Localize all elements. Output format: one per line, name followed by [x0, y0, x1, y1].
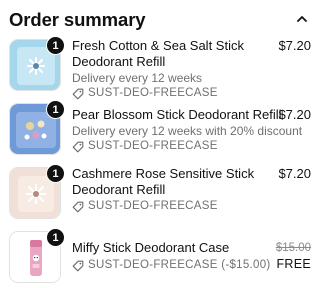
tag-icon — [72, 201, 84, 212]
chevron-up-icon[interactable] — [295, 12, 309, 26]
item-price: $7.20 — [278, 107, 311, 122]
tag-icon — [72, 88, 84, 99]
product-name: Miffy Stick Deodorant Case — [72, 240, 230, 255]
discount-code: SUST-DEO-FREECASE — [72, 139, 302, 154]
delivery-frequency: Delivery every 12 weeks — [72, 71, 203, 85]
discount-code: SUST-DEO-FREECASE — [72, 86, 244, 101]
item-price: $7.20 — [278, 166, 311, 181]
line-item: 1 Cashmere Rose Sensitive Stick Deodoran… — [0, 164, 320, 223]
discount-code-text: SUST-DEO-FREECASE — [88, 140, 218, 152]
discount-code-text: SUST-DEO-FREECASE (-$15.00) — [88, 259, 271, 271]
line-item: 1 Miffy Stick Deodorant Case SUST-DEO-FR… — [0, 228, 320, 287]
quantity-badge: 1 — [46, 228, 65, 247]
product-name-cont: Deodorant Refill — [72, 182, 166, 197]
discount-code-text: SUST-DEO-FREECASE — [88, 200, 218, 212]
quantity-badge: 1 — [46, 36, 65, 55]
product-name-cont: Deodorant Refill — [72, 54, 166, 69]
quantity-badge: 1 — [46, 100, 65, 119]
line-item: 1 Fresh Cotton & Sea Salt Stick Deodoran… — [0, 36, 320, 99]
line-item: 1 Pear Blossom Stick Deodorant Refill De… — [0, 100, 320, 159]
item-price: $7.20 — [278, 38, 311, 53]
discount-code: SUST-DEO-FREECASE — [72, 199, 254, 214]
product-name: Fresh Cotton & Sea Salt Stick — [72, 38, 244, 53]
item-price: FREE — [276, 257, 311, 271]
delivery-frequency: Delivery every 12 weeks with 20% discoun… — [72, 124, 303, 138]
discount-code-text: SUST-DEO-FREECASE — [88, 87, 218, 99]
product-name: Pear Blossom Stick Deodorant Refill — [72, 107, 282, 122]
order-summary-title: Order summary — [9, 9, 146, 30]
order-summary-header[interactable]: Order summary — [9, 9, 311, 33]
tag-icon — [72, 141, 84, 152]
tag-icon — [72, 260, 84, 271]
quantity-badge: 1 — [46, 164, 65, 183]
discount-code: SUST-DEO-FREECASE (-$15.00) — [72, 258, 271, 273]
product-name: Cashmere Rose Sensitive Stick — [72, 166, 255, 181]
original-price: $15.00 — [275, 242, 311, 254]
